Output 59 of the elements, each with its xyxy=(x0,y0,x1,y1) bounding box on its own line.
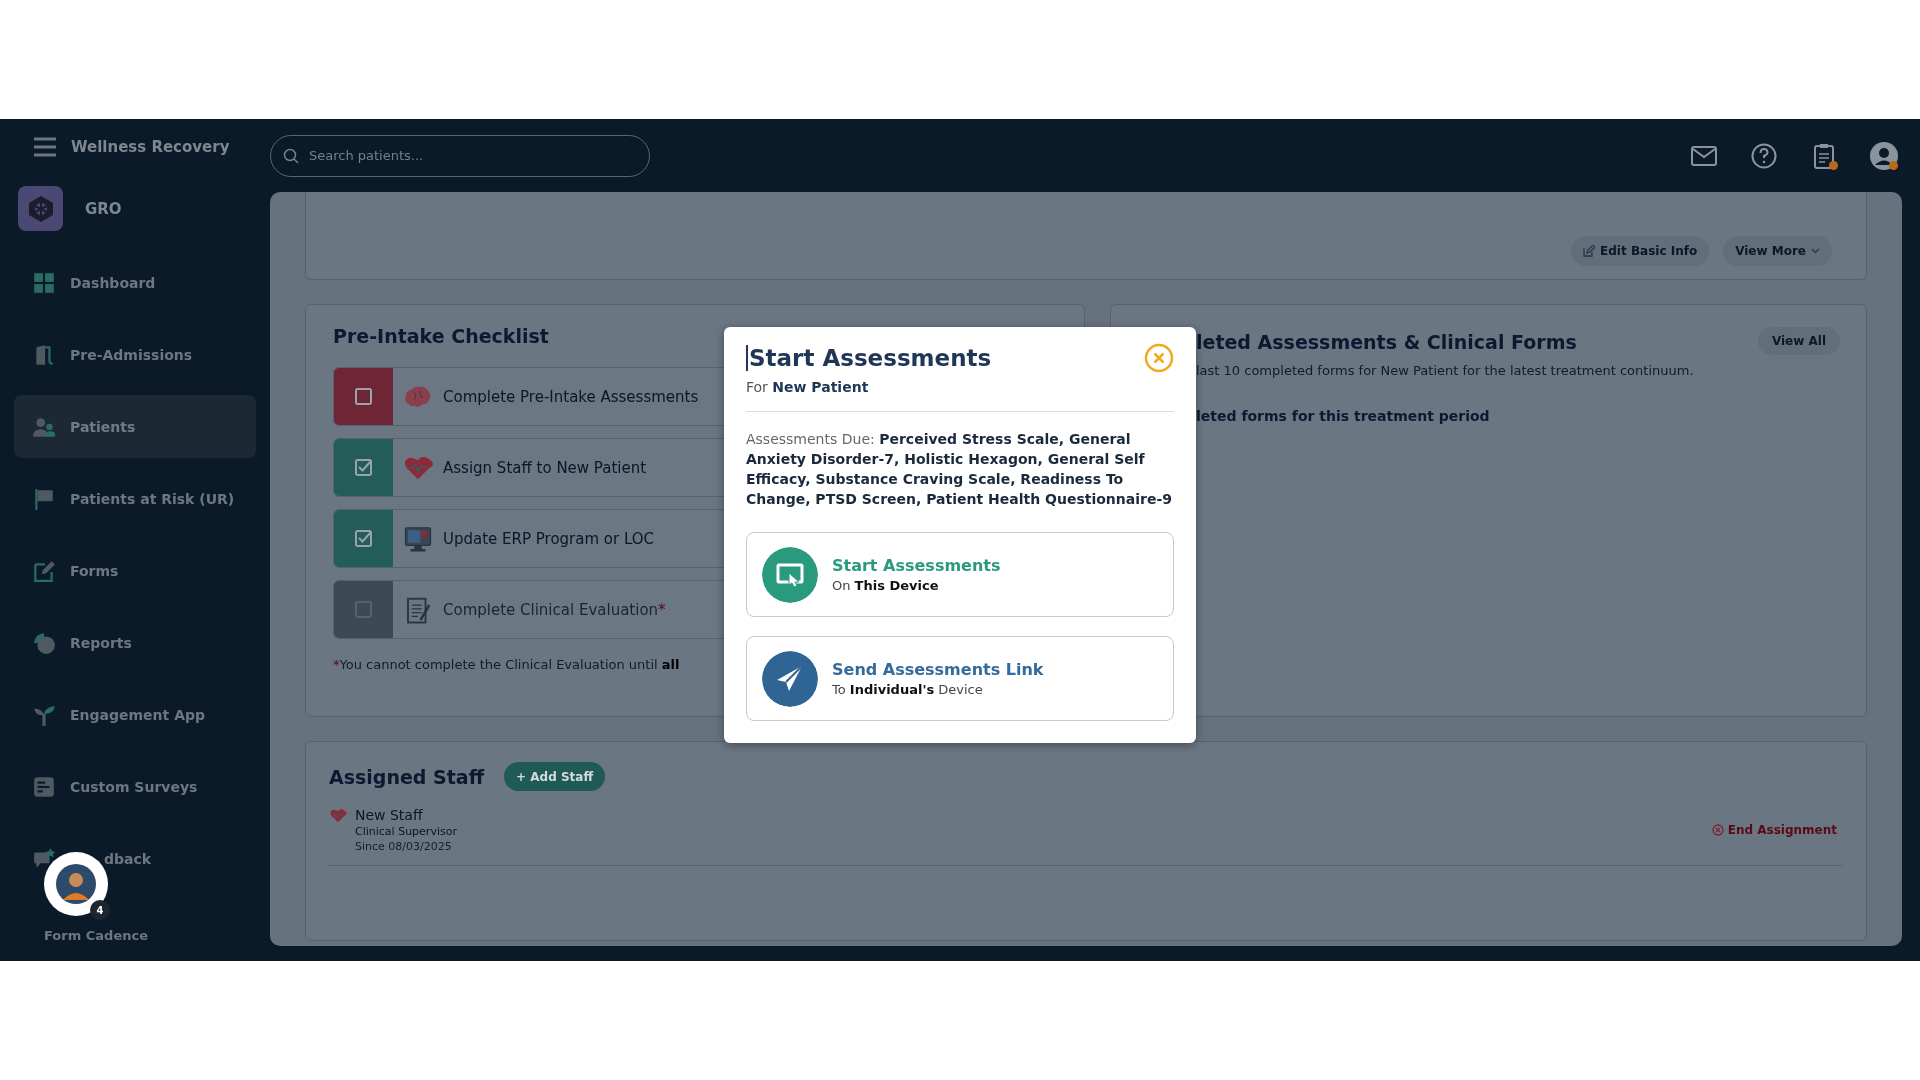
checklist-label: Assign Staff to New Patient xyxy=(443,458,647,477)
option-button[interactable]: Send Assessments Link To Individual's Device xyxy=(746,636,1174,721)
clipboard-icon[interactable] xyxy=(1814,142,1834,169)
card-title: leted Assessments & Clinical Forms xyxy=(1196,331,1577,353)
flag-icon xyxy=(32,486,56,511)
option-button[interactable]: Start Assessments On This Device xyxy=(746,532,1174,617)
view-more-button[interactable]: View More xyxy=(1723,236,1832,266)
dashboard-icon xyxy=(32,270,56,295)
edit-icon xyxy=(1583,245,1596,257)
note-text: *You cannot complete the Clinical Evaluation until all xyxy=(333,657,680,672)
sidebar-item[interactable]: Pre-Admissions xyxy=(14,323,256,386)
checkbox[interactable] xyxy=(355,388,372,405)
notification-dot xyxy=(1829,160,1838,170)
workspace-name: GRO xyxy=(85,199,122,218)
checkbox[interactable] xyxy=(355,459,372,476)
checklist-label: Complete Clinical Evaluation* xyxy=(443,600,666,619)
staff-name: New Staff xyxy=(355,807,424,823)
paper-plane-icon xyxy=(762,650,818,707)
sidebar-item[interactable]: Patients xyxy=(14,395,256,458)
list-icon xyxy=(32,774,56,799)
person-silhouette-icon xyxy=(56,864,96,904)
checklist-label: Update ERP Program or LOC xyxy=(443,529,655,548)
checklist-label: Complete Pre-Intake Assessments xyxy=(443,387,699,406)
card-description: last 10 completed forms for New Patient for the latest treatment continuum. xyxy=(1196,363,1695,378)
user-avatar-icon[interactable] xyxy=(1870,141,1898,170)
staff-role: Clinical Supervisor xyxy=(355,825,457,838)
empty-message: leted forms for this treatment period xyxy=(1196,408,1491,424)
notification-dot xyxy=(1889,160,1898,170)
chevron-down-icon xyxy=(1811,248,1820,254)
checkbox[interactable] xyxy=(355,530,372,547)
edit-icon xyxy=(32,558,56,583)
sidebar-item[interactable]: Patients at Risk (UR) xyxy=(14,467,256,530)
notification-badge: 4 xyxy=(90,900,110,920)
help-icon[interactable] xyxy=(1751,142,1777,169)
heart-icon xyxy=(329,807,347,823)
staff-since: Since 08/03/2025 xyxy=(355,840,453,853)
view-all-button[interactable]: View All xyxy=(1757,327,1840,355)
modal-subtitle: For New Patient xyxy=(746,379,870,395)
pie-chart-icon xyxy=(32,630,56,655)
modal-title: Start Assessments xyxy=(746,345,992,371)
search-icon xyxy=(283,147,299,164)
mail-icon[interactable] xyxy=(1691,145,1717,166)
add-staff-button[interactable]: + Add Staff xyxy=(504,762,606,791)
edit-button[interactable]: Edit Basic Info xyxy=(1571,236,1710,266)
search-input[interactable]: Search patients... xyxy=(307,147,637,164)
sidebar-item[interactable]: Dashboard xyxy=(14,251,256,314)
assistant-label: Form Cadence xyxy=(44,928,148,943)
organization-name: Wellness Recovery xyxy=(71,137,230,156)
chat-star-icon xyxy=(32,846,56,871)
sidebar-item[interactable]: Forms xyxy=(14,539,256,602)
touch-screen-icon xyxy=(762,546,818,603)
sidebar-item[interactable]: Engagement App xyxy=(14,683,256,746)
end-assignment-button[interactable]: End Assignment xyxy=(1705,822,1843,838)
menu-icon[interactable] xyxy=(33,136,57,157)
card-title: Assigned Staff xyxy=(329,765,485,788)
close-icon xyxy=(1711,824,1724,836)
card-title: Pre-Intake Checklist xyxy=(333,325,550,347)
sidebar-item[interactable]: Reports xyxy=(14,611,256,674)
sidebar-item[interactable]: Custom Surveys xyxy=(14,755,256,818)
